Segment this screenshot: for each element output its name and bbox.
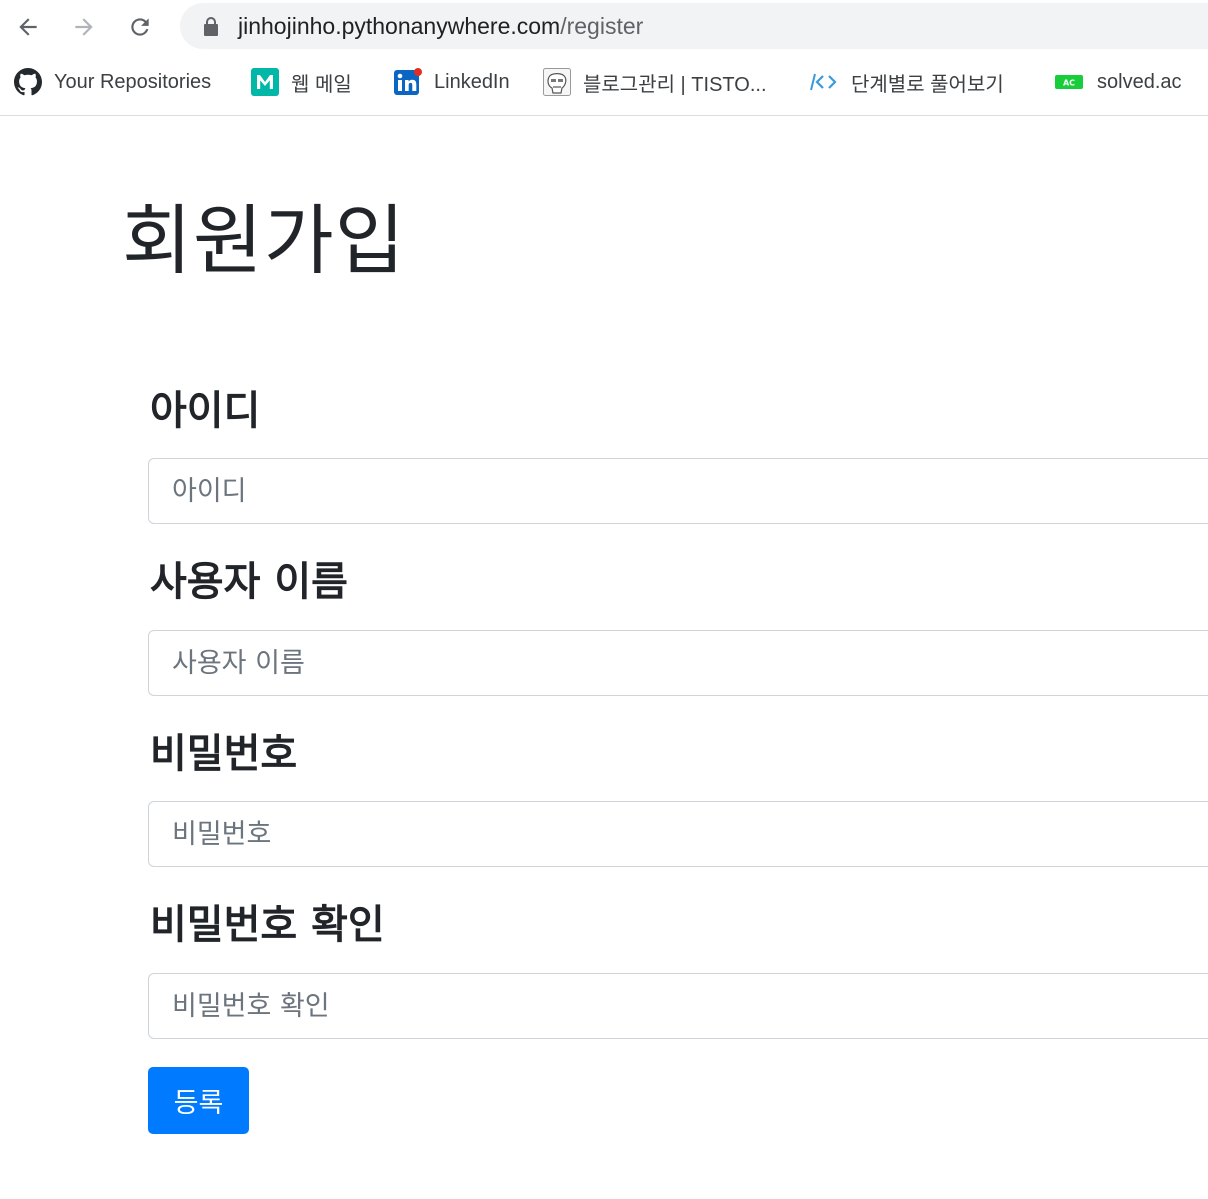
bookmark-your-repositories[interactable]: Your Repositories [14, 66, 211, 98]
display-name-label: 사용자 이름 [150, 559, 348, 605]
username-id-input[interactable] [148, 458, 1208, 524]
password-label: 비밀번호 [150, 731, 298, 777]
bookmark-label: solved.ac [1097, 70, 1182, 93]
linkedin-icon [394, 68, 422, 96]
url-text: jinhojinho.pythonanywhere.com/register [238, 13, 643, 39]
reload-button[interactable] [120, 8, 160, 46]
browser-chrome: jinhojinho.pythonanywhere.com/register Y… [0, 0, 1208, 116]
solved-ac-icon: AC [1055, 68, 1083, 96]
tistory-avatar-icon [543, 68, 571, 96]
lock-icon [204, 17, 218, 36]
bookmarks-bar: Your Repositories 웹 메일 LinkedIn 블로그관리 | … [0, 60, 1208, 104]
github-icon [14, 68, 42, 96]
bookmark-label: 웹 메일 [291, 73, 352, 96]
bookmark-linkedin[interactable]: LinkedIn [394, 66, 510, 98]
bookmark-step-problems[interactable]: 단계별로 풀어보기 [809, 66, 1004, 98]
bookmark-label: Your Repositories [54, 70, 212, 93]
password-confirm-input[interactable] [148, 973, 1208, 1039]
mail-m-icon [251, 68, 279, 96]
display-name-input[interactable] [148, 630, 1208, 696]
username-id-label: 아이디 [150, 388, 261, 434]
bookmark-tistory[interactable]: 블로그관리 | TISTO... [543, 66, 767, 98]
password-confirm-label: 비밀번호 확인 [150, 902, 385, 948]
url-host: jinhojinho.pythonanywhere.com [238, 13, 561, 39]
bookmark-label: 단계별로 풀어보기 [851, 73, 1004, 96]
svg-text:AC: AC [1063, 79, 1075, 88]
browser-toolbar: jinhojinho.pythonanywhere.com/register [0, 0, 1208, 54]
code-brackets-icon [809, 68, 837, 96]
reload-icon [131, 18, 149, 36]
address-bar[interactable]: jinhojinho.pythonanywhere.com/register [180, 3, 1208, 49]
url-path: /register [560, 13, 644, 39]
bookmark-label: LinkedIn [434, 70, 510, 93]
page-title: 회원가입 [122, 196, 406, 285]
bookmark-label: 블로그관리 | TISTO... [583, 73, 767, 96]
register-submit-button[interactable]: 등록 [148, 1067, 249, 1134]
password-input[interactable] [148, 801, 1208, 867]
bookmark-web-mail[interactable]: 웹 메일 [251, 66, 352, 98]
bookmark-solved-ac[interactable]: AC solved.ac [1055, 66, 1182, 98]
arrow-right-icon [75, 18, 93, 36]
arrow-left-icon [19, 18, 37, 36]
forward-button[interactable] [64, 8, 104, 46]
back-button[interactable] [8, 8, 48, 46]
